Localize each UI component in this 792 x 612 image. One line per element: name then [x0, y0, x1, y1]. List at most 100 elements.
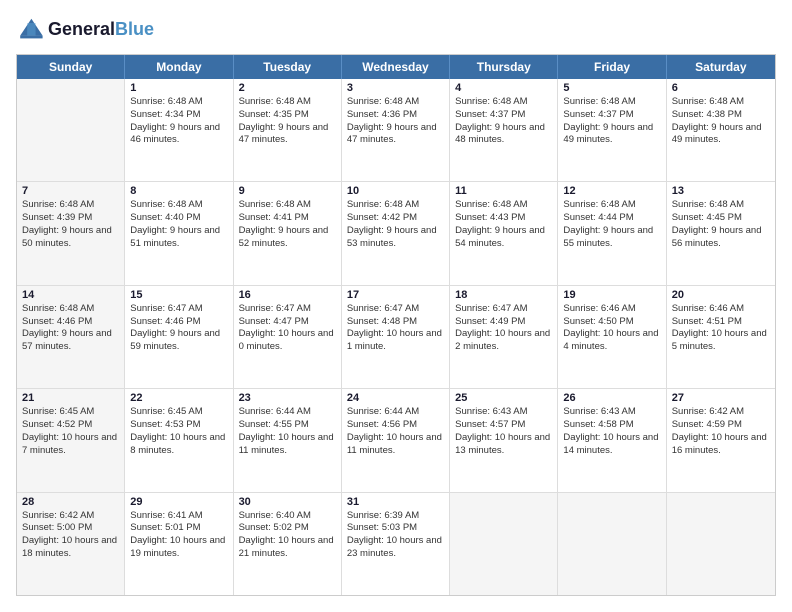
day-number: 11 [455, 185, 552, 197]
sunrise-text: Sunrise: 6:48 AM [239, 199, 336, 212]
cal-cell: 26Sunrise: 6:43 AMSunset: 4:58 PMDayligh… [558, 389, 666, 491]
day-number: 9 [239, 185, 336, 197]
sunrise-text: Sunrise: 6:42 AM [672, 406, 770, 419]
day-number: 29 [130, 496, 227, 508]
sunrise-text: Sunrise: 6:48 AM [563, 96, 660, 109]
sunrise-text: Sunrise: 6:47 AM [239, 303, 336, 316]
daylight-text: Daylight: 9 hours and 50 minutes. [22, 225, 119, 251]
sunrise-text: Sunrise: 6:48 AM [563, 199, 660, 212]
daylight-text: Daylight: 9 hours and 47 minutes. [347, 122, 444, 148]
daylight-text: Daylight: 9 hours and 46 minutes. [130, 122, 227, 148]
daylight-text: Daylight: 9 hours and 59 minutes. [130, 328, 227, 354]
sunrise-text: Sunrise: 6:45 AM [22, 406, 119, 419]
sunrise-text: Sunrise: 6:48 AM [347, 96, 444, 109]
cal-cell: 13Sunrise: 6:48 AMSunset: 4:45 PMDayligh… [667, 182, 775, 284]
sunset-text: Sunset: 4:55 PM [239, 419, 336, 432]
header-day-sunday: Sunday [17, 55, 125, 79]
daylight-text: Daylight: 10 hours and 18 minutes. [22, 535, 119, 561]
sunset-text: Sunset: 4:40 PM [130, 212, 227, 225]
day-number: 18 [455, 289, 552, 301]
sunset-text: Sunset: 4:38 PM [672, 109, 770, 122]
day-number: 2 [239, 82, 336, 94]
sunset-text: Sunset: 5:02 PM [239, 522, 336, 535]
sunset-text: Sunset: 4:43 PM [455, 212, 552, 225]
sunset-text: Sunset: 4:37 PM [455, 109, 552, 122]
day-number: 12 [563, 185, 660, 197]
daylight-text: Daylight: 10 hours and 21 minutes. [239, 535, 336, 561]
cal-cell: 31Sunrise: 6:39 AMSunset: 5:03 PMDayligh… [342, 493, 450, 595]
day-number: 14 [22, 289, 119, 301]
cal-cell: 20Sunrise: 6:46 AMSunset: 4:51 PMDayligh… [667, 286, 775, 388]
logo-text: GeneralBlue [48, 20, 154, 40]
sunrise-text: Sunrise: 6:39 AM [347, 510, 444, 523]
sunrise-text: Sunrise: 6:44 AM [347, 406, 444, 419]
sunset-text: Sunset: 4:39 PM [22, 212, 119, 225]
daylight-text: Daylight: 10 hours and 19 minutes. [130, 535, 227, 561]
sunrise-text: Sunrise: 6:48 AM [130, 199, 227, 212]
sunset-text: Sunset: 4:37 PM [563, 109, 660, 122]
day-number: 6 [672, 82, 770, 94]
daylight-text: Daylight: 10 hours and 11 minutes. [239, 432, 336, 458]
sunrise-text: Sunrise: 6:48 AM [672, 199, 770, 212]
daylight-text: Daylight: 10 hours and 16 minutes. [672, 432, 770, 458]
sunset-text: Sunset: 4:34 PM [130, 109, 227, 122]
sunrise-text: Sunrise: 6:47 AM [130, 303, 227, 316]
calendar-row-0: 1Sunrise: 6:48 AMSunset: 4:34 PMDaylight… [17, 79, 775, 181]
header-day-thursday: Thursday [450, 55, 558, 79]
logo: GeneralBlue [16, 16, 154, 44]
sunset-text: Sunset: 4:51 PM [672, 316, 770, 329]
sunset-text: Sunset: 4:46 PM [130, 316, 227, 329]
cal-cell: 28Sunrise: 6:42 AMSunset: 5:00 PMDayligh… [17, 493, 125, 595]
cal-cell: 3Sunrise: 6:48 AMSunset: 4:36 PMDaylight… [342, 79, 450, 181]
cal-cell: 18Sunrise: 6:47 AMSunset: 4:49 PMDayligh… [450, 286, 558, 388]
sunrise-text: Sunrise: 6:43 AM [455, 406, 552, 419]
cal-cell: 11 Sunrise: 6:48 AMSunset: 4:43 PMDayligh… [450, 182, 558, 284]
daylight-text: Daylight: 10 hours and 13 minutes. [455, 432, 552, 458]
cal-cell: 24Sunrise: 6:44 AMSunset: 4:56 PMDayligh… [342, 389, 450, 491]
daylight-text: Daylight: 10 hours and 7 minutes. [22, 432, 119, 458]
sunrise-text: Sunrise: 6:47 AM [455, 303, 552, 316]
daylight-text: Daylight: 10 hours and 2 minutes. [455, 328, 552, 354]
calendar-row-3: 21Sunrise: 6:45 AMSunset: 4:52 PMDayligh… [17, 388, 775, 491]
header-day-friday: Friday [558, 55, 666, 79]
sunrise-text: Sunrise: 6:45 AM [130, 406, 227, 419]
daylight-text: Daylight: 10 hours and 0 minutes. [239, 328, 336, 354]
daylight-text: Daylight: 9 hours and 52 minutes. [239, 225, 336, 251]
cal-cell [450, 493, 558, 595]
day-number: 15 [130, 289, 227, 301]
sunset-text: Sunset: 4:35 PM [239, 109, 336, 122]
daylight-text: Daylight: 9 hours and 54 minutes. [455, 225, 552, 251]
sunrise-text: Sunrise: 6:48 AM [239, 96, 336, 109]
sunset-text: Sunset: 4:59 PM [672, 419, 770, 432]
day-number: 17 [347, 289, 444, 301]
sunset-text: Sunset: 4:48 PM [347, 316, 444, 329]
cal-cell: 9Sunrise: 6:48 AMSunset: 4:41 PMDaylight… [234, 182, 342, 284]
cal-cell: 27 Sunrise: 6:42 AMSunset: 4:59 PMDayligh… [667, 389, 775, 491]
sunset-text: Sunset: 5:00 PM [22, 522, 119, 535]
cal-cell: 6Sunrise: 6:48 AMSunset: 4:38 PMDaylight… [667, 79, 775, 181]
header-day-tuesday: Tuesday [234, 55, 342, 79]
sunrise-text: Sunrise: 6:48 AM [455, 199, 552, 212]
cal-cell: 7Sunrise: 6:48 AMSunset: 4:39 PMDaylight… [17, 182, 125, 284]
cal-cell: 29Sunrise: 6:41 AMSunset: 5:01 PMDayligh… [125, 493, 233, 595]
sunset-text: Sunset: 4:52 PM [22, 419, 119, 432]
calendar-header: SundayMondayTuesdayWednesdayThursdayFrid… [17, 55, 775, 79]
calendar-row-2: 14Sunrise: 6:48 AMSunset: 4:46 PMDayligh… [17, 285, 775, 388]
day-number: 20 [672, 289, 770, 301]
sunset-text: Sunset: 4:56 PM [347, 419, 444, 432]
sunrise-text: Sunrise: 6:41 AM [130, 510, 227, 523]
logo-line1: GeneralBlue [48, 20, 154, 40]
sunset-text: Sunset: 4:36 PM [347, 109, 444, 122]
calendar: SundayMondayTuesdayWednesdayThursdayFrid… [16, 54, 776, 596]
sunset-text: Sunset: 5:03 PM [347, 522, 444, 535]
header-day-saturday: Saturday [667, 55, 775, 79]
cal-cell: 12Sunrise: 6:48 AMSunset: 4:44 PMDayligh… [558, 182, 666, 284]
day-number: 22 [130, 392, 227, 404]
header-day-wednesday: Wednesday [342, 55, 450, 79]
sunrise-text: Sunrise: 6:43 AM [563, 406, 660, 419]
cal-cell: 8Sunrise: 6:48 AMSunset: 4:40 PMDaylight… [125, 182, 233, 284]
page: GeneralBlue SundayMondayTuesdayWednesday… [0, 0, 792, 612]
daylight-text: Daylight: 9 hours and 49 minutes. [672, 122, 770, 148]
sunset-text: Sunset: 4:53 PM [130, 419, 227, 432]
day-number: 27 [672, 392, 770, 404]
